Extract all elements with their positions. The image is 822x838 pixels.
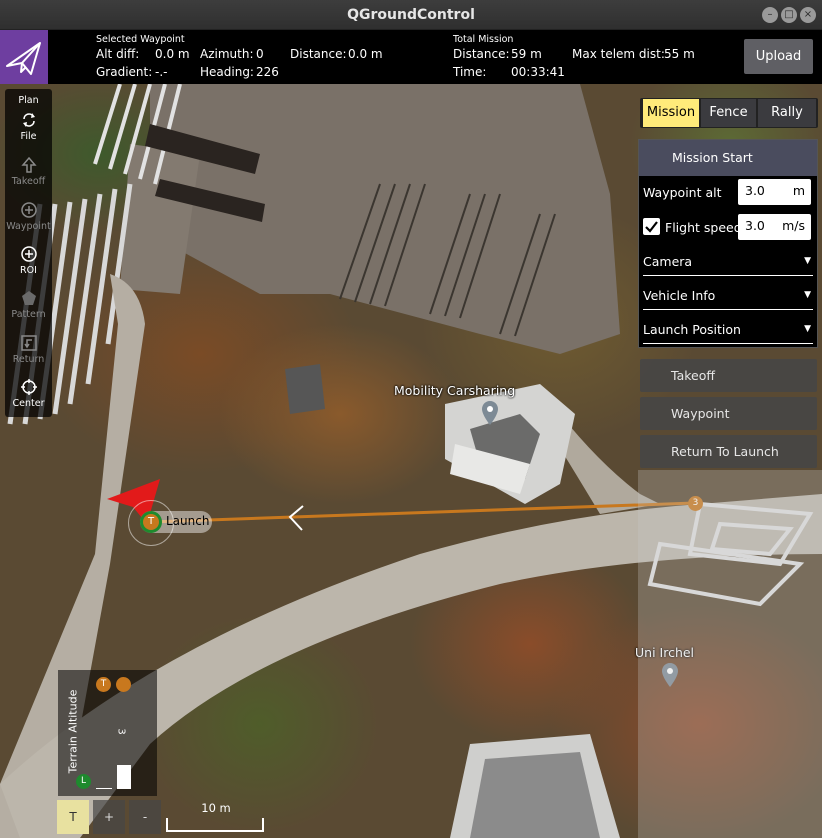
gradient-label: Gradient: bbox=[96, 65, 153, 79]
window-title: QGroundControl bbox=[347, 7, 475, 23]
close-button[interactable]: × bbox=[800, 7, 816, 23]
roi-add-icon bbox=[20, 246, 37, 262]
tool-label: Plan bbox=[18, 95, 39, 106]
terrain-altitude-widget: Terrain Altitude T 3 L bbox=[58, 670, 157, 796]
flight-speed-field[interactable]: 3.0 m/s bbox=[738, 214, 811, 240]
plan-tool-strip: Plan File Takeoff Waypoint ROI Pattern R… bbox=[5, 89, 52, 417]
terrain-takeoff-marker: T bbox=[96, 677, 111, 692]
tool-label: File bbox=[20, 131, 37, 142]
sync-icon bbox=[22, 113, 35, 127]
total-distance-value: 59 m bbox=[511, 47, 542, 61]
launch-position-label: Launch Position bbox=[643, 322, 741, 337]
tool-label: Center bbox=[12, 398, 45, 409]
vehicle-info-dropdown[interactable]: Vehicle Info ▼ bbox=[643, 284, 813, 310]
takeoff-icon bbox=[20, 156, 37, 173]
paper-plane-icon bbox=[6, 42, 41, 75]
tool-center[interactable]: Center bbox=[5, 378, 52, 409]
mission-start-panel: Mission Start bbox=[638, 139, 818, 348]
tool-return[interactable]: Return bbox=[5, 334, 52, 365]
distance-label: Distance: bbox=[290, 47, 347, 61]
minimize-button[interactable]: – bbox=[762, 7, 778, 23]
tool-waypoint[interactable]: Waypoint bbox=[5, 201, 52, 232]
time-label: Time: bbox=[453, 65, 487, 79]
waypoint-alt-unit: m bbox=[792, 183, 805, 198]
launch-badge: T bbox=[143, 514, 159, 530]
waypoint-alt-field[interactable]: 3.0 m bbox=[738, 179, 811, 205]
tool-pattern[interactable]: Pattern bbox=[5, 289, 52, 320]
mission-start-header[interactable]: Mission Start bbox=[639, 140, 817, 176]
vehicle-info-label: Vehicle Info bbox=[643, 288, 716, 303]
maximize-button[interactable]: □ bbox=[781, 7, 797, 23]
azimuth-label: Azimuth: bbox=[200, 47, 254, 61]
waypoint-add-icon bbox=[20, 202, 37, 218]
checkmark-icon bbox=[645, 221, 658, 233]
terrain-controls: T + - bbox=[57, 800, 161, 836]
terrain-toggle-button[interactable]: T bbox=[57, 800, 89, 834]
tool-roi[interactable]: ROI bbox=[5, 245, 52, 276]
tab-rally[interactable]: Rally bbox=[758, 99, 816, 127]
time-value: 00:33:41 bbox=[511, 65, 565, 79]
pattern-icon bbox=[21, 291, 36, 305]
tool-label: Takeoff bbox=[11, 176, 46, 187]
tool-label: Pattern bbox=[11, 309, 46, 320]
waypoint-alt-value: 3.0 bbox=[745, 183, 765, 198]
mission-item-return-to-launch[interactable]: Return To Launch bbox=[640, 435, 817, 468]
total-mission-header: Total Mission bbox=[453, 34, 514, 45]
total-distance-label: Distance: bbox=[453, 47, 510, 61]
zoom-in-button[interactable]: + bbox=[93, 800, 125, 834]
panel-overlay bbox=[638, 470, 822, 838]
mission-item-waypoint[interactable]: Waypoint bbox=[640, 397, 817, 430]
tab-fence[interactable]: Fence bbox=[701, 99, 756, 127]
mission-item-takeoff[interactable]: Takeoff bbox=[640, 359, 817, 392]
window-titlebar: QGroundControl – □ × bbox=[0, 0, 822, 30]
tool-label: Return bbox=[12, 354, 45, 365]
flight-speed-value: 3.0 bbox=[745, 218, 765, 233]
tab-mission[interactable]: Mission bbox=[643, 99, 699, 127]
plan-view-button[interactable] bbox=[0, 30, 48, 84]
chevron-down-icon: ▼ bbox=[804, 256, 811, 266]
terrain-waypoint-number: 3 bbox=[115, 728, 127, 735]
terrain-bar bbox=[117, 765, 131, 789]
azimuth-value: 0 bbox=[256, 47, 264, 61]
upload-button[interactable]: Upload bbox=[744, 39, 813, 74]
tool-label: ROI bbox=[20, 265, 37, 276]
gradient-value: -.- bbox=[155, 65, 168, 79]
camera-section-label: Camera bbox=[643, 254, 693, 269]
map-scale: 10 m bbox=[166, 800, 266, 834]
center-icon bbox=[20, 379, 37, 395]
launch-marker[interactable]: T Launch bbox=[140, 511, 212, 533]
chevron-down-icon: ▼ bbox=[804, 324, 811, 334]
launch-position-dropdown[interactable]: Launch Position ▼ bbox=[643, 318, 813, 344]
flight-speed-unit: m/s bbox=[782, 218, 805, 233]
selected-waypoint-header: Selected Waypoint bbox=[96, 34, 185, 45]
poi-label-mobility: Mobility Carsharing bbox=[394, 383, 516, 398]
map-scale-label: 10 m bbox=[201, 801, 231, 815]
terrain-ground-line bbox=[96, 788, 112, 789]
alt-diff-label: Alt diff: bbox=[96, 47, 140, 61]
alt-diff-value: 0.0 m bbox=[155, 47, 190, 61]
camera-section-dropdown[interactable]: Camera ▼ bbox=[643, 250, 813, 276]
plan-tabs: Mission Fence Rally bbox=[640, 98, 818, 128]
chevron-down-icon: ▼ bbox=[804, 290, 811, 300]
waypoint-alt-label: Waypoint alt bbox=[643, 185, 722, 200]
flight-speed-label: Flight speed bbox=[665, 220, 742, 235]
max-telem-value: 55 m bbox=[664, 47, 695, 61]
launch-label: Launch bbox=[166, 514, 210, 528]
flight-speed-checkbox[interactable] bbox=[643, 218, 660, 235]
heading-label: Heading: bbox=[200, 65, 254, 79]
terrain-altitude-title: Terrain Altitude bbox=[66, 689, 80, 774]
zoom-out-button[interactable]: - bbox=[129, 800, 161, 834]
tool-plan[interactable]: Plan bbox=[5, 93, 52, 106]
terrain-waypoint-marker bbox=[116, 677, 131, 692]
map-pin-icon[interactable] bbox=[481, 400, 499, 426]
distance-value: 0.0 m bbox=[348, 47, 383, 61]
heading-value: 226 bbox=[256, 65, 279, 79]
tool-file[interactable]: File bbox=[5, 111, 52, 142]
terrain-launch-marker: L bbox=[76, 774, 91, 789]
tool-takeoff[interactable]: Takeoff bbox=[5, 156, 52, 187]
tool-label: Waypoint bbox=[6, 221, 51, 232]
max-telem-label: Max telem dist: bbox=[572, 47, 665, 61]
plan-toolbar: Selected Waypoint Alt diff: 0.0 m Azimut… bbox=[0, 30, 822, 84]
return-icon bbox=[20, 335, 37, 351]
